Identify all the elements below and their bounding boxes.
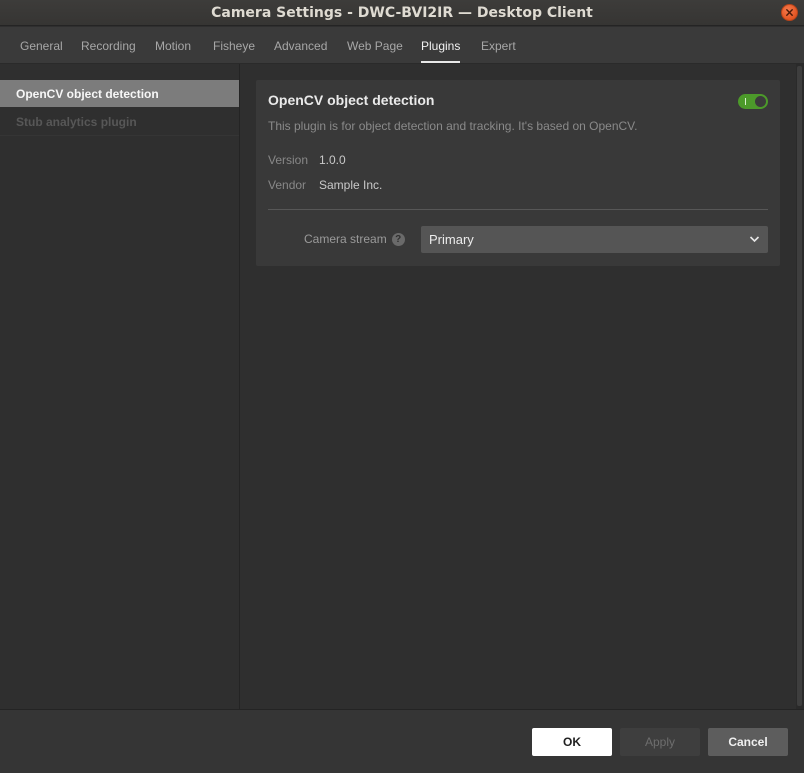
tab-motion[interactable]: Motion xyxy=(155,27,191,64)
window-title: Camera Settings - DWC-BVI2IR — Desktop C… xyxy=(211,4,593,21)
cancel-button[interactable]: Cancel xyxy=(708,728,788,756)
tab-fisheye[interactable]: Fisheye xyxy=(213,27,255,64)
tab-recording[interactable]: Recording xyxy=(81,27,136,64)
scrollbar[interactable] xyxy=(796,64,804,709)
plugin-sidebar: OpenCV object detection Stub analytics p… xyxy=(0,64,240,709)
tab-advanced[interactable]: Advanced xyxy=(274,27,327,64)
tab-plugins[interactable]: Plugins xyxy=(421,27,461,64)
plugin-content: OpenCV object detection This plugin is f… xyxy=(241,64,796,709)
version-value: 1.0.0 xyxy=(319,153,346,167)
help-icon[interactable]: ? xyxy=(391,232,405,246)
title-bar: Camera Settings - DWC-BVI2IR — Desktop C… xyxy=(0,0,804,26)
chevron-down-icon xyxy=(749,236,760,243)
close-button[interactable] xyxy=(781,4,798,21)
tab-general[interactable]: General xyxy=(20,27,63,64)
dialog-footer: OK Apply Cancel xyxy=(0,709,804,773)
scrollbar-thumb[interactable] xyxy=(797,66,802,706)
camera-stream-label: Camera stream xyxy=(304,232,387,246)
toggle-knob xyxy=(754,95,767,108)
plugin-title: OpenCV object detection xyxy=(268,92,435,108)
vendor-value: Sample Inc. xyxy=(319,178,383,192)
tab-bar: General Recording Motion Fisheye Advance… xyxy=(0,27,804,64)
plugin-enable-toggle[interactable] xyxy=(738,94,768,109)
close-icon xyxy=(786,9,793,16)
sidebar-item-opencv[interactable]: OpenCV object detection xyxy=(0,80,239,108)
divider xyxy=(268,209,768,210)
tab-expert[interactable]: Expert xyxy=(481,27,516,64)
camera-stream-select[interactable]: Primary xyxy=(421,226,768,253)
ok-button[interactable]: OK xyxy=(532,728,612,756)
camera-stream-label-group: Camera stream ? xyxy=(304,232,405,246)
camera-stream-value: Primary xyxy=(429,232,474,247)
vendor-label: Vendor xyxy=(268,178,307,192)
apply-button[interactable]: Apply xyxy=(620,728,700,756)
toggle-on-mark-icon xyxy=(745,98,746,105)
plugin-card: OpenCV object detection This plugin is f… xyxy=(256,80,780,266)
sidebar-item-stub-analytics[interactable]: Stub analytics plugin xyxy=(0,108,239,136)
plugin-description: This plugin is for object detection and … xyxy=(268,119,638,133)
tab-web-page[interactable]: Web Page xyxy=(347,27,403,64)
version-label: Version xyxy=(268,153,309,167)
